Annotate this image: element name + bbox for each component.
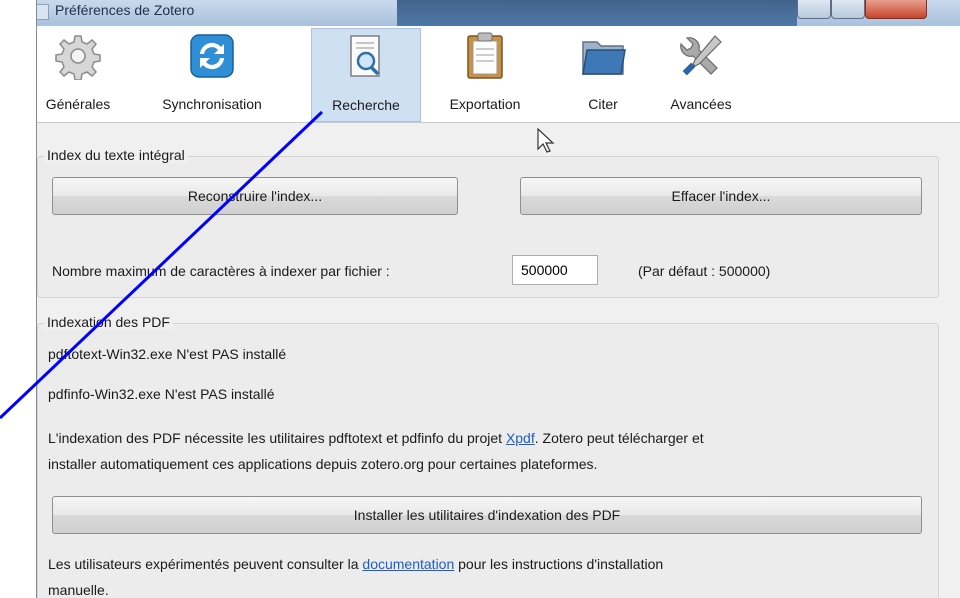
tab-export[interactable]: Exportation (431, 28, 539, 120)
max-chars-label: Nombre maximum de caractères à indexer p… (52, 263, 390, 279)
tab-general[interactable]: Générales (39, 28, 117, 120)
pdf-indexing-group: Indexation des PDF pdftotext-Win32.exe N… (37, 314, 939, 598)
pdfinfo-status: pdfinfo-Win32.exe N'est PAS installé (48, 386, 275, 402)
pdf-info-text-after: . Zotero peut télécharger et (534, 430, 704, 446)
window-title: Préférences de Zotero (55, 2, 195, 18)
maximize-button[interactable] (831, 0, 865, 19)
pdf-info-line2: installer automatiquement ces applicatio… (48, 456, 598, 472)
preferences-toolbar: Générales Synchronisation Recherche Expo… (37, 26, 960, 123)
max-chars-default-note: (Par défaut : 500000) (638, 263, 771, 279)
fulltext-index-legend: Index du texte intégral (44, 147, 188, 163)
folder-icon (582, 41, 626, 75)
tab-advanced-label: Avancées (670, 96, 732, 112)
clipboard-icon (467, 32, 503, 79)
max-chars-input[interactable] (512, 255, 598, 285)
title-bar-background (397, 0, 797, 26)
advanced-text-after: pour les instructions d'installation (454, 556, 664, 572)
gear-icon (55, 35, 101, 80)
tab-general-label: Générales (45, 96, 111, 112)
fulltext-index-group: Index du texte intégral Reconstruire l'i… (37, 147, 939, 298)
tab-advanced[interactable]: Avancées (651, 28, 751, 120)
title-bar: Préférences de Zotero (37, 0, 960, 26)
sync-icon (190, 34, 234, 78)
tab-export-label: Exportation (449, 96, 521, 112)
preferences-window: Préférences de Zotero Générales Synchron… (36, 0, 960, 598)
pdf-info-line1: L'indexation des PDF nécessite les utili… (48, 430, 704, 446)
xpdf-link[interactable]: Xpdf (506, 430, 535, 446)
minimize-button[interactable] (797, 0, 831, 19)
advanced-users-line1: Les utilisateurs expérimentés peuvent co… (48, 556, 663, 572)
app-icon (37, 4, 49, 20)
mouse-pointer-icon (537, 128, 555, 153)
tab-search[interactable]: Recherche (311, 28, 421, 122)
advanced-text-before: Les utilisateurs expérimentés peuvent co… (48, 556, 363, 572)
search-document-icon (350, 35, 380, 77)
rebuild-index-button[interactable]: Reconstruire l'index... (52, 177, 458, 215)
advanced-users-line2: manuelle. (48, 582, 109, 598)
tab-cite-label: Citer (588, 96, 618, 112)
tab-search-label: Recherche (332, 97, 400, 113)
close-button[interactable] (865, 0, 927, 19)
tools-icon (680, 35, 722, 76)
pdftotext-status: pdftotext-Win32.exe N'est PAS installé (48, 346, 287, 362)
documentation-link[interactable]: documentation (362, 556, 454, 572)
tab-cite[interactable]: Citer (563, 28, 643, 120)
install-pdf-tools-button[interactable]: Installer les utilitaires d'indexation d… (52, 496, 922, 534)
tab-sync-label: Synchronisation (162, 96, 262, 112)
tab-sync[interactable]: Synchronisation (147, 28, 277, 120)
pdf-indexing-legend: Indexation des PDF (44, 314, 173, 330)
clear-index-button[interactable]: Effacer l'index... (520, 177, 922, 215)
pdf-info-text-before: L'indexation des PDF nécessite les utili… (48, 430, 506, 446)
